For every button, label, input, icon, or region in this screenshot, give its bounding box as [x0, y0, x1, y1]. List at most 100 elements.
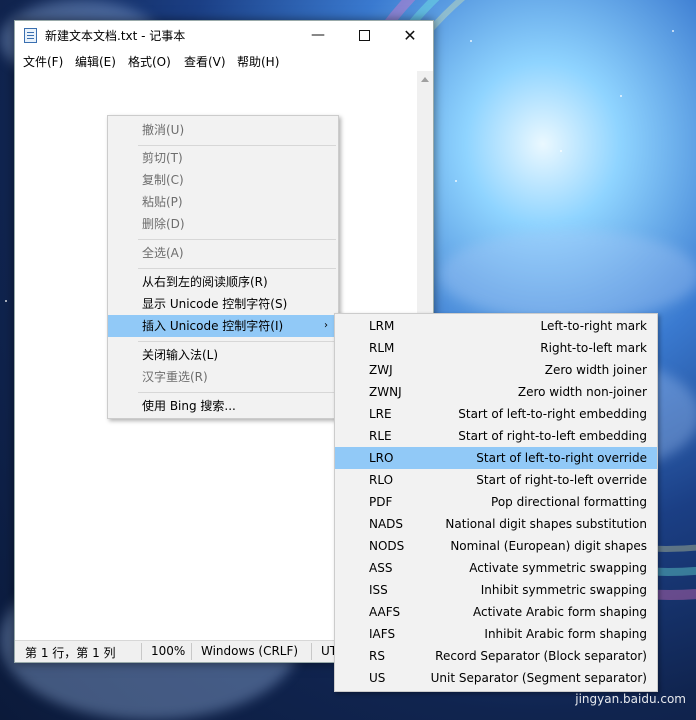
status-cursor-position: 第 1 行，第 1 列	[25, 646, 116, 660]
context-item-close-ime[interactable]: 关闭输入法(L)	[108, 344, 338, 366]
submenu-item-code: LRO	[369, 451, 394, 465]
submenu-item-nads[interactable]: NADS National digit shapes substitution	[335, 513, 657, 535]
window-title: 新建文本文档.txt - 记事本	[45, 29, 186, 43]
submenu-item-desc: Pop directional formatting	[491, 495, 647, 509]
submenu-item-code: LRM	[369, 319, 395, 333]
submenu-item-desc: National digit shapes substitution	[445, 517, 647, 531]
submenu-item-desc: Start of right-to-left override	[476, 473, 647, 487]
submenu-item-lre[interactable]: LRE Start of left-to-right embedding	[335, 403, 657, 425]
submenu-item-lro[interactable]: LRO Start of left-to-right override	[335, 447, 657, 469]
submenu-item-desc: Record Separator (Block separator)	[435, 649, 647, 663]
submenu-item-code: NADS	[369, 517, 404, 531]
status-divider	[311, 643, 312, 660]
submenu-item-code: RLO	[369, 473, 394, 487]
submenu-item-ass[interactable]: ASS Activate symmetric swapping	[335, 557, 657, 579]
minimize-icon: —	[311, 27, 325, 43]
submenu-item-desc: Activate Arabic form shaping	[472, 605, 647, 619]
submenu-item-lrm[interactable]: LRM Left-to-right mark	[335, 315, 657, 337]
star	[5, 300, 7, 302]
context-item-delete[interactable]: 删除(D)	[108, 213, 338, 235]
submenu-item-aafs[interactable]: AAFS Activate Arabic form shaping	[335, 601, 657, 623]
menu-separator	[138, 392, 336, 393]
context-item-cut[interactable]: 剪切(T)	[108, 147, 338, 169]
submenu-item-code: IAFS	[369, 627, 396, 641]
submenu-arrow-icon: ›	[324, 320, 328, 331]
menu-format[interactable]: 格式(O)	[128, 53, 171, 70]
submenu-item-code: PDF	[369, 495, 393, 509]
status-zoom: 100%	[151, 644, 186, 658]
maximize-icon	[358, 29, 370, 41]
menu-view[interactable]: 查看(V)	[184, 53, 226, 70]
submenu-item-rlo[interactable]: RLO Start of right-to-left override	[335, 469, 657, 491]
context-item-copy[interactable]: 复制(C)	[108, 169, 338, 191]
star	[455, 180, 457, 182]
menu-file[interactable]: 文件(F)	[23, 53, 63, 70]
submenu-item-desc: Inhibit Arabic form shaping	[484, 627, 647, 641]
submenu-item-code: RS	[369, 649, 385, 663]
close-button[interactable]: ✕	[387, 21, 433, 49]
maximize-button[interactable]	[341, 21, 387, 49]
menu-edit[interactable]: 编辑(E)	[75, 53, 116, 70]
menu-separator	[138, 239, 336, 240]
star	[672, 30, 674, 32]
menu-separator	[138, 341, 336, 342]
cloud	[440, 230, 696, 320]
context-menu: 撤消(U) 剪切(T) 复制(C) 粘贴(P) 删除(D) 全选(A) 从右到左…	[107, 115, 339, 419]
submenu-item-zwj[interactable]: ZWJ Zero width joiner	[335, 359, 657, 381]
close-icon: ✕	[403, 25, 417, 45]
submenu-item-code: ASS	[369, 561, 393, 575]
status-divider	[141, 643, 142, 660]
submenu-item-nods[interactable]: NODS Nominal (European) digit shapes	[335, 535, 657, 557]
submenu-item-iafs[interactable]: IAFS Inhibit Arabic form shaping	[335, 623, 657, 645]
context-item-bing-search[interactable]: 使用 Bing 搜索...	[108, 395, 338, 417]
submenu-item-desc: Start of right-to-left embedding	[458, 429, 647, 443]
title-bar[interactable]: 新建文本文档.txt - 记事本 — ✕	[15, 21, 433, 49]
menu-bar: 文件(F) 编辑(E) 格式(O) 查看(V) 帮助(H)	[15, 49, 433, 71]
submenu-item-desc: Left-to-right mark	[540, 319, 647, 333]
submenu-item-code: NODS	[369, 539, 405, 553]
submenu-item-desc: Zero width non-joiner	[517, 385, 647, 399]
submenu-item-rlm[interactable]: RLM Right-to-left mark	[335, 337, 657, 359]
menu-separator	[138, 145, 336, 146]
notepad-icon	[24, 28, 37, 43]
submenu-item-code: ZWNJ	[369, 385, 402, 399]
submenu-item-code: ZWJ	[369, 363, 393, 377]
context-item-insert-unicode-control[interactable]: 插入 Unicode 控制字符(I) ›	[108, 315, 338, 337]
star	[470, 40, 472, 42]
watermark-text: jingyan.baidu.com	[575, 692, 686, 706]
submenu-item-desc: Activate symmetric swapping	[469, 561, 647, 575]
menu-separator	[138, 268, 336, 269]
submenu-item-code: US	[369, 671, 386, 685]
submenu-item-rs[interactable]: RS Record Separator (Block separator)	[335, 645, 657, 667]
submenu-item-us[interactable]: US Unit Separator (Segment separator)	[335, 667, 657, 689]
unicode-control-submenu: LRM Left-to-right mark RLM Right-to-left m…	[334, 313, 658, 692]
submenu-item-rle[interactable]: RLE Start of right-to-left embedding	[335, 425, 657, 447]
context-item-label: 插入 Unicode 控制字符(I)	[142, 319, 284, 333]
status-divider	[191, 643, 192, 660]
submenu-item-pdf[interactable]: PDF Pop directional formatting	[335, 491, 657, 513]
submenu-item-iss[interactable]: ISS Inhibit symmetric swapping	[335, 579, 657, 601]
submenu-item-desc: Inhibit symmetric swapping	[480, 583, 647, 597]
submenu-item-desc: Right-to-left mark	[540, 341, 647, 355]
submenu-item-desc: Start of left-to-right embedding	[458, 407, 647, 421]
star	[560, 150, 562, 152]
submenu-item-desc: Start of left-to-right override	[476, 451, 647, 465]
context-item-rtl-reading-order[interactable]: 从右到左的阅读顺序(R)	[108, 271, 338, 293]
context-item-undo[interactable]: 撤消(U)	[108, 119, 338, 141]
context-item-paste[interactable]: 粘贴(P)	[108, 191, 338, 213]
submenu-item-code: LRE	[369, 407, 392, 421]
star	[620, 95, 622, 97]
submenu-item-code: RLM	[369, 341, 395, 355]
menu-help[interactable]: 帮助(H)	[237, 53, 279, 70]
context-item-show-unicode-control[interactable]: 显示 Unicode 控制字符(S)	[108, 293, 338, 315]
status-line-ending: Windows (CRLF)	[201, 644, 299, 658]
context-item-select-all[interactable]: 全选(A)	[108, 242, 338, 264]
submenu-item-desc: Nominal (European) digit shapes	[450, 539, 647, 553]
submenu-item-zwnj[interactable]: ZWNJ Zero width non-joiner	[335, 381, 657, 403]
scroll-up-icon[interactable]	[421, 77, 429, 82]
submenu-item-code: AAFS	[369, 605, 401, 619]
context-item-reconversion[interactable]: 汉字重选(R)	[108, 366, 338, 388]
minimize-button[interactable]: —	[295, 21, 341, 49]
submenu-item-code: RLE	[369, 429, 392, 443]
submenu-item-code: ISS	[369, 583, 388, 597]
